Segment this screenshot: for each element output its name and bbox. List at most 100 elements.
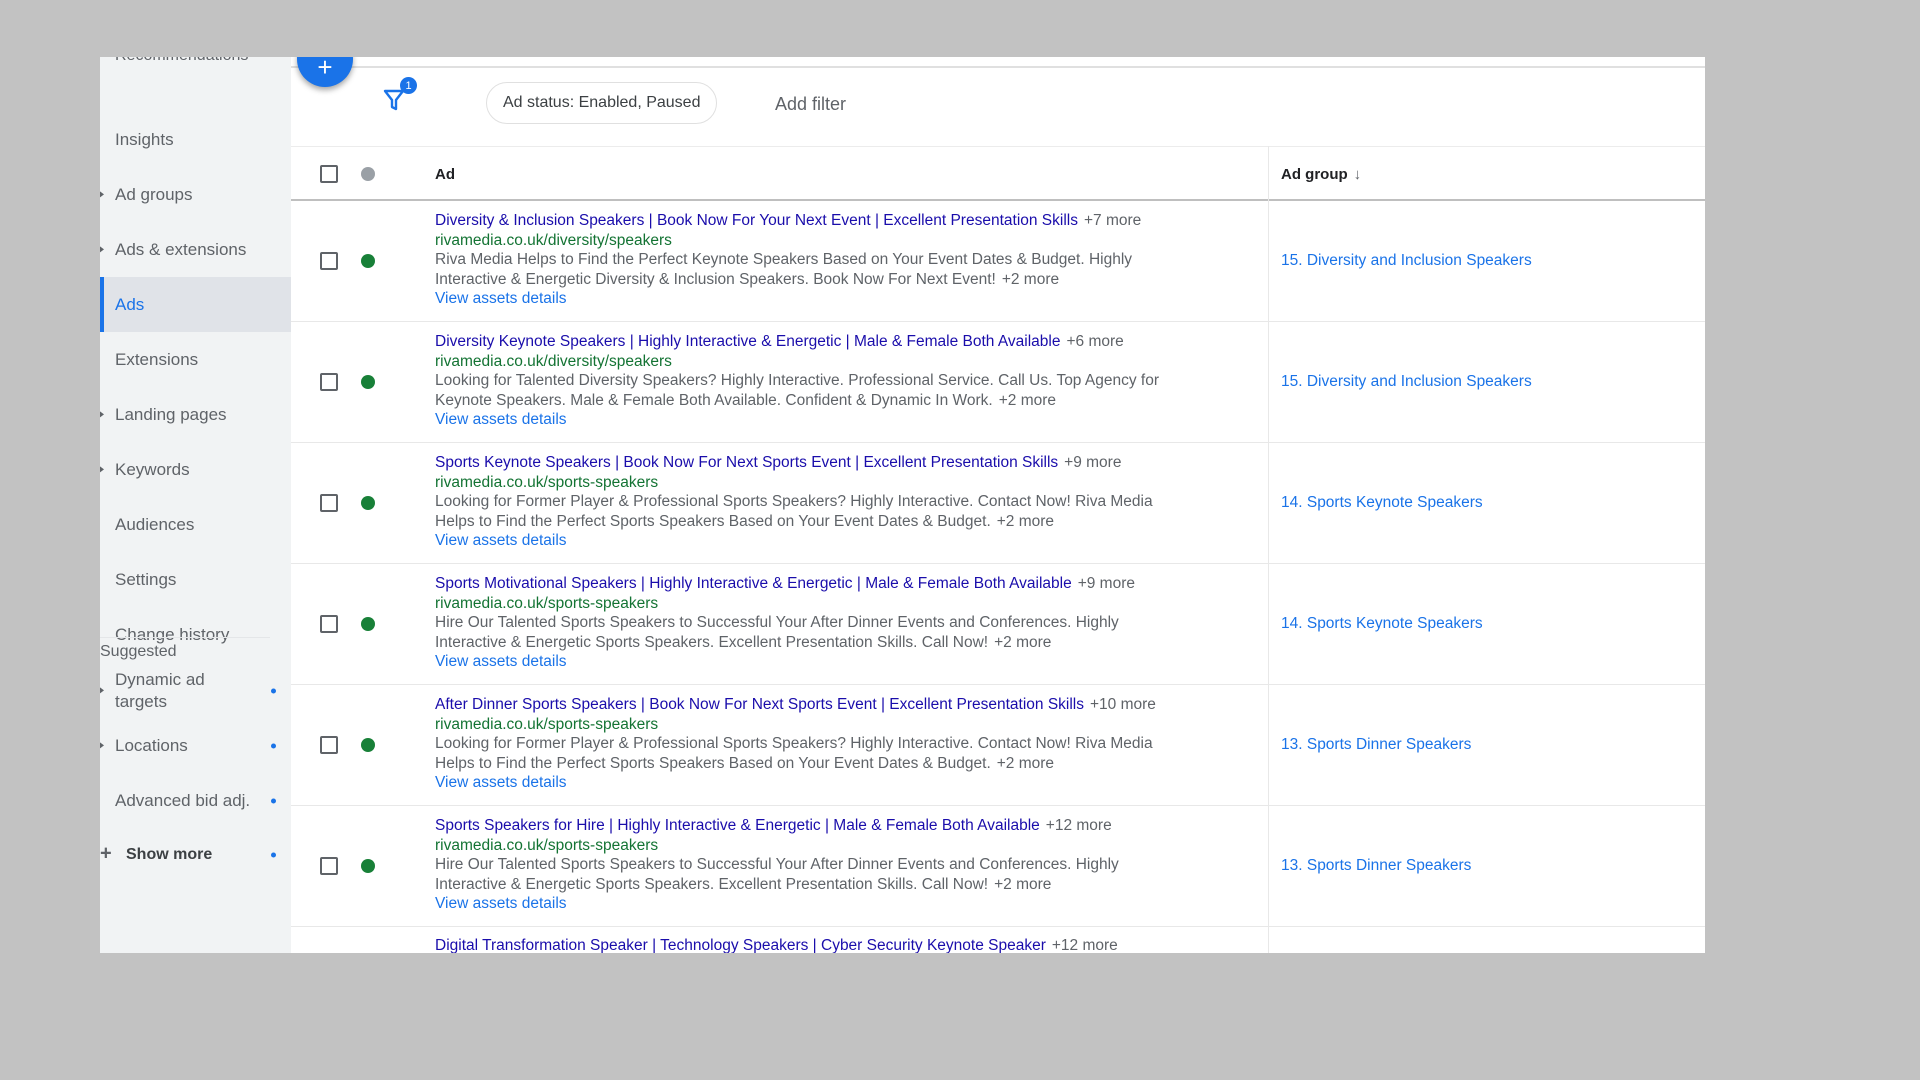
main-content: + 1 Ad status: Enabled, Paused Add filte… — [291, 57, 1705, 953]
new-indicator-dot — [271, 743, 276, 748]
row-checkbox[interactable] — [320, 494, 338, 512]
view-assets-details-link[interactable]: View assets details — [435, 531, 1255, 551]
row-checkbox[interactable] — [320, 252, 338, 270]
ad-description-text: Interactive & Energetic Sports Speakers.… — [435, 875, 989, 893]
view-assets-details-link[interactable]: View assets details — [435, 773, 1255, 793]
table-row[interactable]: Sports Keynote Speakers | Book Now For N… — [291, 443, 1705, 564]
ad-headline[interactable]: Sports Motivational Speakers | Highly In… — [435, 575, 1072, 592]
table-row[interactable]: After Dinner Sports Speakers | Book Now … — [291, 685, 1705, 806]
ad-headline[interactable]: Sports Keynote Speakers | Book Now For N… — [435, 454, 1058, 471]
ad-group-link[interactable]: 15. Diversity and Inclusion Speakers — [1281, 252, 1532, 270]
expand-arrow-icon — [100, 190, 104, 197]
sidebar-item-label: Keywords — [115, 459, 190, 479]
ad-cell: Sports Motivational Speakers | Highly In… — [435, 574, 1255, 672]
view-assets-details-link[interactable]: View assets details — [435, 410, 1255, 430]
sidebar-item-keywords[interactable]: Keywords — [100, 442, 291, 497]
new-indicator-dot — [271, 852, 276, 857]
ad-group-link[interactable]: 13. Sports Dinner Speakers — [1281, 857, 1471, 875]
ad-headline[interactable]: Sports Speakers for Hire | Highly Intera… — [435, 817, 1040, 834]
sidebar-item-advanced-bid-adj[interactable]: Advanced bid adj. — [100, 773, 291, 828]
ad-headline[interactable]: After Dinner Sports Speakers | Book Now … — [435, 696, 1084, 713]
status-enabled-icon[interactable] — [361, 254, 375, 268]
expand-arrow-icon — [100, 410, 104, 417]
headline-more-count: +9 more — [1064, 454, 1122, 471]
sidebar-item-label: Ads & extensions — [115, 239, 247, 259]
ad-headline-line: Diversity Keynote Speakers | Highly Inte… — [435, 332, 1255, 352]
expand-arrow-icon — [100, 245, 104, 252]
ad-description-text: Helps to Find the Perfect Sports Speaker… — [435, 754, 991, 772]
expand-arrow-icon — [100, 741, 104, 748]
ad-group-link[interactable]: 14. Sports Keynote Speakers — [1281, 615, 1483, 633]
table-row-partial[interactable]: Digital Transformation Speaker | Technol… — [435, 937, 1118, 953]
ad-display-url: rivamedia.co.uk/sports-speakers — [435, 715, 659, 733]
filter-count-badge: 1 — [400, 77, 417, 94]
row-checkbox[interactable] — [320, 736, 338, 754]
status-enabled-icon[interactable] — [361, 496, 375, 510]
ad-group-link[interactable]: 15. Diversity and Inclusion Speakers — [1281, 373, 1532, 391]
sidebar-item-show-more[interactable]: + Show more — [100, 827, 291, 882]
ad-group-link[interactable]: 13. Sports Dinner Speakers — [1281, 736, 1471, 754]
description-more-count: +2 more — [996, 754, 1055, 772]
app-window: Recommendations Insights Ad groups Ads & e… — [100, 57, 1705, 953]
ad-description-line1: Looking for Former Player & Professional… — [435, 493, 1153, 510]
row-checkbox[interactable] — [320, 857, 338, 875]
description-more-count: +2 more — [996, 512, 1055, 530]
select-all-checkbox[interactable] — [320, 165, 338, 183]
ad-description-line2: Helps to Find the Perfect Sports Speaker… — [435, 754, 1255, 774]
sidebar-item-ads[interactable]: Ads — [100, 277, 291, 332]
sidebar-item-audiences[interactable]: Audiences — [100, 497, 291, 552]
row-checkbox[interactable] — [320, 373, 338, 391]
row-checkbox[interactable] — [320, 615, 338, 633]
status-enabled-icon[interactable] — [361, 859, 375, 873]
column-header-ad[interactable]: Ad — [435, 166, 455, 183]
sidebar-item-label: Insights — [115, 129, 174, 149]
sidebar-item-dynamic-ad-targets[interactable]: Dynamic ad targets — [100, 663, 291, 718]
add-filter-button[interactable]: Add filter — [775, 94, 846, 115]
ad-group-link[interactable]: 14. Sports Keynote Speakers — [1281, 494, 1483, 512]
sidebar-item-ad-groups[interactable]: Ad groups — [100, 167, 291, 222]
ad-headline[interactable]: Digital Transformation Speaker | Technol… — [435, 937, 1046, 953]
sidebar-item-landing-pages[interactable]: Landing pages — [100, 387, 291, 442]
description-more-count: +2 more — [994, 875, 1052, 893]
ad-description-line2: Interactive & Energetic Diversity & Incl… — [435, 270, 1255, 290]
headline-more-count: +9 more — [1077, 575, 1135, 592]
sidebar-item-label: Landing pages — [115, 404, 227, 424]
ad-status-filter-chip[interactable]: Ad status: Enabled, Paused — [486, 82, 718, 124]
sidebar-item-label: Audiences — [115, 514, 195, 534]
filter-button[interactable]: 1 — [383, 77, 419, 117]
column-header-ad-group[interactable]: Ad group ↓ — [1281, 166, 1361, 183]
status-enabled-icon[interactable] — [361, 375, 375, 389]
ad-headline[interactable]: Diversity & Inclusion Speakers | Book No… — [435, 212, 1078, 229]
sidebar-item-insights[interactable]: Insights — [100, 112, 291, 167]
sidebar-item-locations[interactable]: Locations — [100, 718, 291, 773]
headline-more-count: +6 more — [1066, 333, 1124, 350]
ad-description-line1: Hire Our Talented Sports Speakers to Suc… — [435, 856, 1119, 873]
view-assets-details-link[interactable]: View assets details — [435, 289, 1255, 309]
sidebar-item-label: Advanced bid adj. — [115, 790, 251, 810]
table-row[interactable]: Sports Motivational Speakers | Highly In… — [291, 564, 1705, 685]
sidebar-item-ads-and-extensions[interactable]: Ads & extensions — [100, 222, 291, 277]
headline-more-count: +7 more — [1083, 212, 1142, 229]
ad-description-line2: Helps to Find the Perfect Sports Speaker… — [435, 512, 1255, 532]
status-enabled-icon[interactable] — [361, 738, 375, 752]
table-row[interactable]: Diversity Keynote Speakers | Highly Inte… — [291, 322, 1705, 443]
headline-more-count: +12 more — [1045, 817, 1112, 834]
ad-headline[interactable]: Diversity Keynote Speakers | Highly Inte… — [435, 333, 1060, 350]
table-row[interactable]: Diversity & Inclusion Speakers | Book No… — [291, 201, 1705, 322]
view-assets-details-link[interactable]: View assets details — [435, 894, 1255, 914]
sidebar-nav: Recommendations Insights Ad groups Ads & e… — [100, 57, 291, 953]
status-enabled-icon[interactable] — [361, 617, 375, 631]
ad-display-url: rivamedia.co.uk/diversity/speakers — [435, 352, 672, 370]
ad-description-line2: Interactive & Energetic Sports Speakers.… — [435, 875, 1255, 895]
ad-headline-line: Sports Speakers for Hire | Highly Intera… — [435, 816, 1255, 836]
sidebar-item-recommendations[interactable]: Recommendations — [115, 57, 248, 65]
sidebar-item-extensions[interactable]: Extensions — [100, 332, 291, 387]
ad-headline-line: Diversity & Inclusion Speakers | Book No… — [435, 211, 1255, 231]
view-assets-details-link[interactable]: View assets details — [435, 652, 1255, 672]
sidebar-item-settings[interactable]: Settings — [100, 552, 291, 607]
create-fab-button[interactable]: + — [297, 57, 353, 87]
sidebar-item-label: Dynamic ad targets — [115, 669, 205, 713]
ad-description-line2: Keynote Speakers. Male & Female Both Ava… — [435, 391, 1255, 411]
table-row[interactable]: Sports Speakers for Hire | Highly Intera… — [291, 806, 1705, 927]
status-column-icon — [361, 167, 375, 181]
